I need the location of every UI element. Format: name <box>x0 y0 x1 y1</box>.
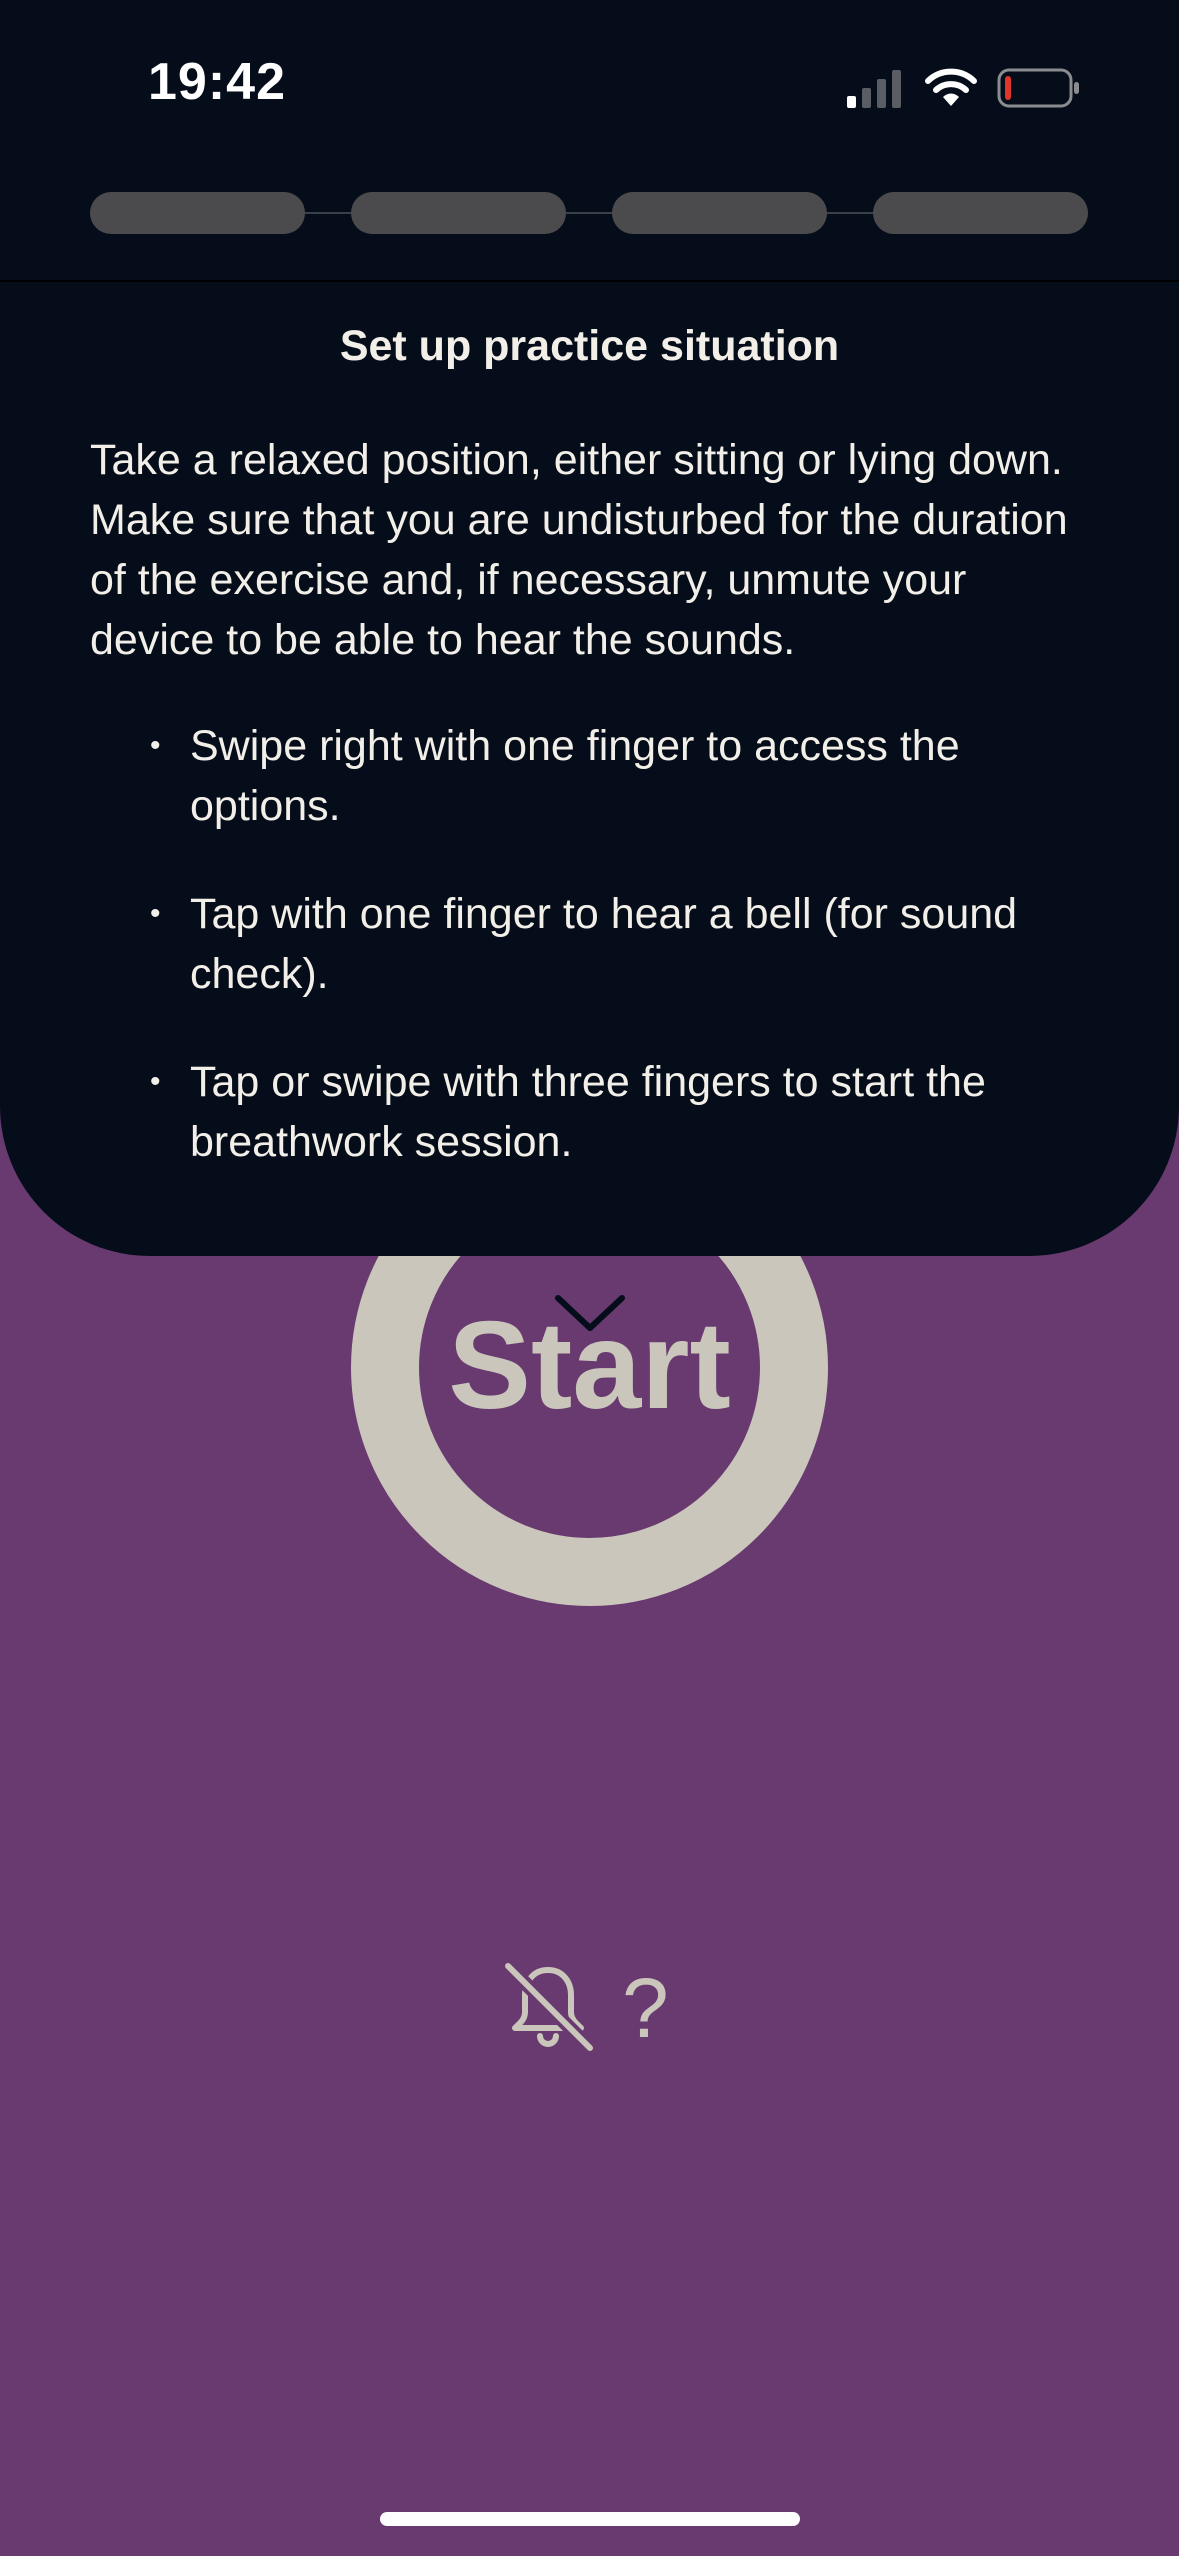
battery-low-icon <box>997 68 1079 108</box>
instruction-item: • Tap or swipe with three fingers to sta… <box>150 1052 1050 1172</box>
progress-step-2 <box>351 192 566 234</box>
status-bar: 19:42 <box>0 0 1179 234</box>
header-divider <box>0 280 1179 282</box>
bullet-icon: • <box>150 897 161 930</box>
cellular-signal-icon <box>847 70 901 108</box>
wifi-icon <box>925 68 977 106</box>
progress-step-3 <box>612 192 827 234</box>
instruction-list: • Swipe right with one finger to access … <box>150 716 1050 1220</box>
home-indicator[interactable] <box>380 2512 800 2526</box>
instruction-item: • Tap with one finger to hear a bell (fo… <box>150 884 1050 1004</box>
instruction-text: Tap with one finger to hear a bell (for … <box>190 890 1018 998</box>
bullet-icon: • <box>150 1065 161 1098</box>
instruction-text: Tap or swipe with three fingers to start… <box>190 1058 986 1166</box>
instruction-item: • Swipe right with one finger to access … <box>150 716 1050 836</box>
chevron-down-icon[interactable] <box>554 1292 626 1336</box>
sheet-title: Set up practice situation <box>339 322 840 370</box>
progress-step-4 <box>873 192 1088 234</box>
status-time: 19:42 <box>148 53 286 111</box>
progress-steps <box>90 192 1088 234</box>
instruction-sheet[interactable]: Set up practice situation Take a relaxed… <box>0 0 1179 1256</box>
progress-step-1 <box>90 192 305 234</box>
sheet-body-text: Take a relaxed position, either sitting … <box>90 436 1068 664</box>
instruction-text: Swipe right with one finger to access th… <box>190 722 960 830</box>
bullet-icon: • <box>150 729 161 762</box>
help-button[interactable]: ? <box>622 1960 669 2056</box>
bell-off-icon[interactable] <box>500 1958 596 2054</box>
